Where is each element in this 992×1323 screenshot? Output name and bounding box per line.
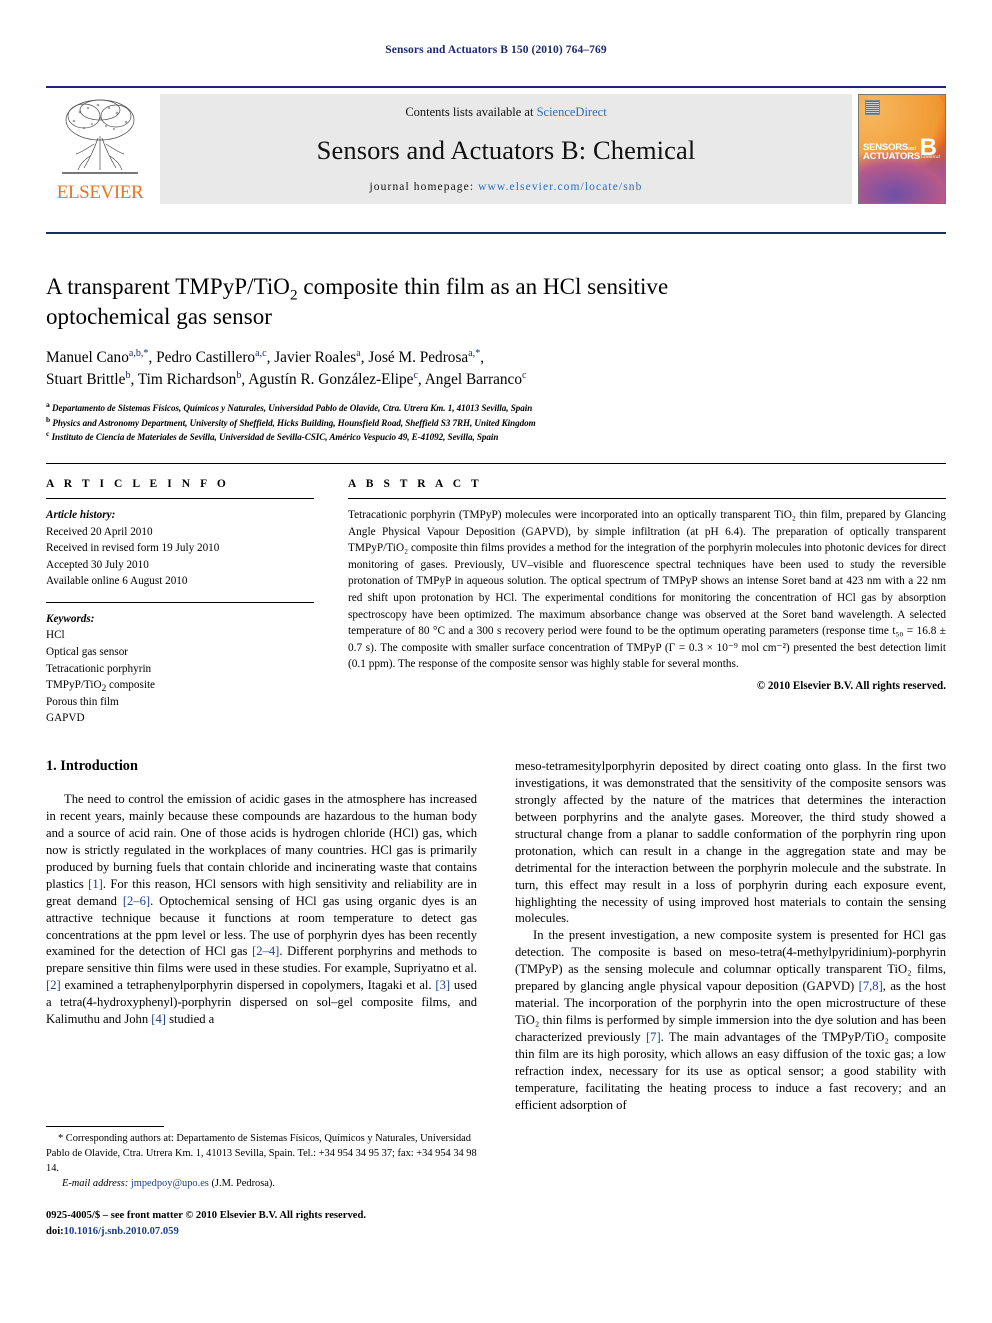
author-affil-mark: c <box>522 370 527 382</box>
author-affil-mark: a,* <box>468 347 481 359</box>
affiliation-item: c Instituto de Ciencia de Materiales de … <box>46 430 946 445</box>
body-column-left: 1. Introduction The need to control the … <box>46 758 477 1114</box>
title-part-a: A transparent TMPyP/TiO <box>46 274 290 299</box>
author-name: Tim Richardson <box>137 371 237 389</box>
author-name: Manuel Cano <box>46 348 129 366</box>
article-info-rule <box>46 498 314 499</box>
history-item: Accepted 30 July 2010 <box>46 558 149 571</box>
elsevier-logo: ELSEVIER <box>46 94 154 204</box>
journal-cover-image: SENSORSand ACTUATORS B Chemical <box>858 94 946 204</box>
author-affil-mark: a,b,* <box>128 347 149 359</box>
keywords-rule <box>46 601 314 603</box>
email-link[interactable]: jmpedpoy@upo.es <box>131 1178 209 1189</box>
article-info-heading: A R T I C L E I N F O <box>46 478 230 490</box>
body-column-right: meso-tetramesitylporphyrin deposited by … <box>515 758 946 1114</box>
contents-prefix: Contents lists available at <box>405 105 537 119</box>
keywords-block: Keywords: HCl Optical gas sensor Tetraca… <box>46 601 314 727</box>
affiliation-text: Physics and Astronomy Department, Univer… <box>52 417 536 428</box>
keyword-item: Tetracationic porphyrin <box>46 662 152 675</box>
affiliation-text: Instituto de Ciencia de Materiales de Se… <box>51 432 499 443</box>
elsevier-tree-icon <box>62 99 138 174</box>
history-item: Received 20 April 2010 <box>46 525 153 538</box>
running-head: Sensors and Actuators B 150 (2010) 764–7… <box>385 44 607 56</box>
elsevier-wordmark: ELSEVIER <box>56 182 144 203</box>
intro-paragraph-1: The need to control the emission of acid… <box>46 792 478 1027</box>
footnote-corresponding-text: * Corresponding authors at: Departamento… <box>46 1133 477 1174</box>
article-history-block: Article history: Received 20 April 2010 … <box>46 507 314 590</box>
cover-subtitle: Chemical <box>920 155 940 161</box>
body-two-column-region: 1. Introduction The need to control the … <box>46 758 946 1114</box>
article-info-column: A R T I C L E I N F O Article history: R… <box>46 478 314 727</box>
doi-link[interactable]: 10.1016/j.snb.2010.07.059 <box>64 1226 179 1237</box>
author-list: Manuel Canoa,b,*, Pedro Castilleroa,c, J… <box>46 347 527 389</box>
imprint-block: 0925-4005/$ – see front matter © 2010 El… <box>46 1208 477 1240</box>
email-owner: (J.M. Pedrosa). <box>211 1177 275 1189</box>
sciencedirect-link[interactable]: ScienceDirect <box>537 105 607 119</box>
keyword-item: TMPyP/TiO2 composite <box>46 679 156 695</box>
author-affil-mark: a,c <box>255 347 267 359</box>
corresponding-author-footnote: * Corresponding authors at: Departamento… <box>46 1126 477 1192</box>
author-affil-mark: c <box>413 370 418 382</box>
abstract-column: A B S T R A C T Tetracationic porphyrin … <box>314 478 946 727</box>
article-history-label: Article history: <box>46 509 116 521</box>
cover-title-text: SENSORSand ACTUATORS <box>863 142 920 163</box>
keyword-item: GAPVD <box>46 712 85 725</box>
keyword-item: Porous thin film <box>46 695 119 708</box>
affiliation-mark: b <box>46 414 51 424</box>
issn-front-matter: 0925-4005/$ – see front matter © 2010 El… <box>46 1210 366 1221</box>
intro-paragraph-2: In the present investigation, a new comp… <box>515 928 946 1112</box>
author-name: Pedro Castillero <box>156 348 256 366</box>
keyword-item: Optical gas sensor <box>46 646 129 659</box>
affiliation-item: b Physics and Astronomy Department, Univ… <box>46 414 946 431</box>
info-abstract-region: A R T I C L E I N F O Article history: R… <box>46 478 946 727</box>
affiliation-mark: c <box>46 429 50 439</box>
author-name: Agustín R. González-Elipe <box>248 371 414 389</box>
affiliation-list: a Departamento de Sistemas Físicos, Quím… <box>46 401 946 445</box>
keywords-label: Keywords: <box>46 612 95 625</box>
section-heading-introduction: 1. Introduction <box>46 758 138 774</box>
abstract-rule <box>348 498 946 499</box>
journal-homepage-line: journal homepage: www.elsevier.com/locat… <box>370 181 643 193</box>
email-label: E-mail address: <box>62 1177 129 1189</box>
title-subscript: 2 <box>289 286 298 304</box>
author-affil-mark: b <box>125 370 131 382</box>
title-line-2: optochemical gas sensor <box>46 304 272 330</box>
contents-list-line: Contents lists available at ScienceDirec… <box>405 105 606 120</box>
footnote-rule <box>46 1126 164 1127</box>
author-name: Angel Barranco <box>424 371 522 389</box>
title-block: A transparent TMPyP/TiO2 composite thin … <box>46 272 946 445</box>
abstract-text: Tetracationic porphyrin (TMPyP) molecule… <box>348 509 946 671</box>
masthead-bottom-rule <box>46 232 946 234</box>
affiliation-item: a Departamento de Sistemas Físicos, Quím… <box>46 401 946 416</box>
footnote-email-line: E-mail address: jmpedpoy@upo.es (J.M. Pe… <box>46 1177 477 1192</box>
keyword-item: HCl <box>46 629 65 642</box>
intro-paragraph-1-cont: meso-tetramesitylporphyrin deposited by … <box>515 759 946 926</box>
abstract-copyright: © 2010 Elsevier B.V. All rights reserved… <box>756 679 946 692</box>
cover-barcode-icon <box>865 100 880 115</box>
affiliation-text: Departamento de Sistemas Físicos, Químic… <box>51 402 533 413</box>
homepage-label: journal homepage: <box>369 181 475 193</box>
journal-masthead: ELSEVIER Contents lists available at Sci… <box>46 86 946 204</box>
abstract-heading: A B S T R A C T <box>348 478 483 490</box>
article-page: Sensors and Actuators B 150 (2010) 764–7… <box>0 0 992 1323</box>
journal-title: Sensors and Actuators B: Chemical <box>316 135 696 165</box>
author-name: José M. Pedrosa <box>368 348 469 366</box>
homepage-url-link[interactable]: www.elsevier.com/locate/snb <box>478 181 642 193</box>
affiliation-mark: a <box>46 399 50 409</box>
doi-label: doi: <box>46 1225 64 1237</box>
doi-line: doi:10.1016/j.snb.2010.07.059 <box>46 1224 477 1240</box>
history-item: Available online 6 August 2010 <box>46 575 188 588</box>
cover-line2: ACTUATORS <box>863 151 920 163</box>
info-top-rule <box>46 463 946 464</box>
author-name: Stuart Brittle <box>46 371 126 389</box>
history-item: Received in revised form 19 July 2010 <box>46 542 220 555</box>
author-affil-mark: b <box>236 370 242 382</box>
title-part-b: composite thin film as an HCl sensitive <box>297 274 669 299</box>
page-title: A transparent TMPyP/TiO2 composite thin … <box>46 272 946 333</box>
author-affil-mark: a <box>356 347 361 359</box>
masthead-center: Contents lists available at ScienceDirec… <box>160 94 852 204</box>
author-name: Javier Roales <box>274 348 357 366</box>
